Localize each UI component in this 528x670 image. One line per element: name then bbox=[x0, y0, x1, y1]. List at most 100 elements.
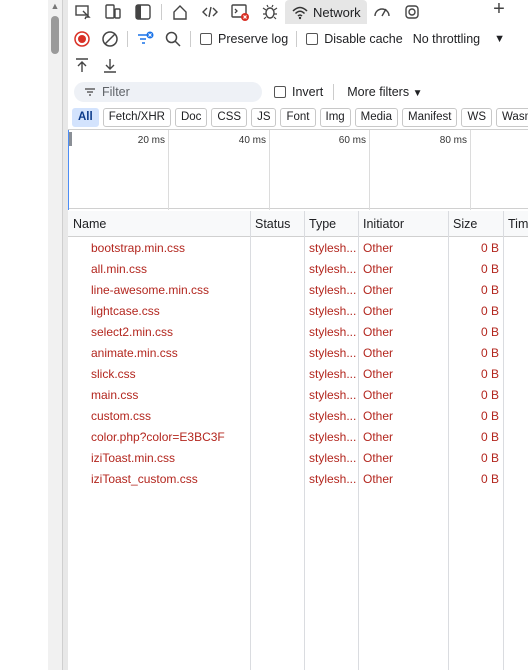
cell-initiator[interactable]: Other bbox=[363, 448, 393, 469]
more-filters-dropdown[interactable]: More filters ▼ bbox=[347, 85, 422, 99]
throttling-caret-icon[interactable]: ▼ bbox=[494, 33, 505, 45]
add-tool-plus-icon[interactable]: + bbox=[488, 0, 510, 20]
invert-checkbox[interactable]: Invert bbox=[274, 85, 323, 99]
network-overview-timeline[interactable]: 20 ms 40 ms 60 ms 80 ms bbox=[68, 129, 528, 210]
table-row[interactable]: animate.min.css stylesh... Other 0 B bbox=[68, 343, 528, 364]
chip-fetch-xhr[interactable]: Fetch/XHR bbox=[102, 107, 171, 127]
cell-name: iziToast_custom.css bbox=[91, 472, 198, 486]
checkbox-box[interactable] bbox=[200, 33, 212, 45]
table-row[interactable]: main.css stylesh... Other 0 B bbox=[68, 385, 528, 406]
chip-all[interactable]: All bbox=[72, 107, 99, 127]
chip-doc[interactable]: Doc bbox=[174, 107, 208, 127]
performance-gauge-icon[interactable] bbox=[367, 0, 397, 24]
record-button[interactable] bbox=[68, 26, 96, 52]
page-scrollbar[interactable]: ▲ bbox=[48, 0, 62, 670]
table-row[interactable]: iziToast.min.css stylesh... Other 0 B bbox=[68, 448, 528, 469]
column-header-initiator[interactable]: Initiator bbox=[358, 211, 404, 237]
overview-gridline bbox=[168, 130, 169, 210]
table-row[interactable]: iziToast_custom.css stylesh... Other 0 B bbox=[68, 469, 528, 490]
chip-img[interactable]: Img bbox=[319, 107, 351, 127]
chip-media[interactable]: Media bbox=[354, 107, 398, 127]
cell-initiator[interactable]: Other bbox=[363, 469, 393, 490]
table-row[interactable]: color.php?color=E3BC3F stylesh... Other 0 B bbox=[68, 427, 528, 448]
upload-icon bbox=[76, 58, 88, 72]
welcome-home-icon[interactable] bbox=[165, 0, 195, 24]
scrollbar-thumb[interactable] bbox=[51, 16, 59, 54]
cell-type: stylesh... bbox=[309, 388, 357, 402]
dock-side-icon[interactable] bbox=[128, 0, 158, 24]
cell-name: all.min.css bbox=[91, 262, 148, 276]
chip-css[interactable]: CSS bbox=[211, 107, 248, 127]
table-row[interactable]: custom.css stylesh... Other 0 B bbox=[68, 406, 528, 427]
overview-tick-label: 20 ms bbox=[137, 135, 165, 146]
more-filters-caret-icon: ▼ bbox=[412, 88, 423, 99]
chip-manifest[interactable]: Manifest bbox=[402, 107, 458, 127]
cell-name: animate.min.css bbox=[91, 346, 178, 360]
checkbox-box[interactable] bbox=[274, 86, 286, 98]
column-header-type[interactable]: Type bbox=[304, 211, 336, 237]
device-toolbar-icon[interactable] bbox=[98, 0, 128, 24]
search-icon bbox=[165, 31, 181, 47]
table-row[interactable]: line-awesome.min.css stylesh... Other 0 B bbox=[68, 280, 528, 301]
cell-initiator[interactable]: Other bbox=[363, 343, 393, 364]
download-icon bbox=[104, 59, 116, 73]
column-header-status[interactable]: Status bbox=[250, 211, 290, 237]
toolbar-separator bbox=[127, 31, 128, 47]
cell-initiator[interactable]: Other bbox=[363, 259, 393, 280]
scroll-up-arrow-icon[interactable]: ▲ bbox=[48, 0, 62, 12]
overview-tick-label: 40 ms bbox=[238, 135, 266, 146]
cell-initiator[interactable]: Other bbox=[363, 385, 393, 406]
filter-input[interactable]: Filter bbox=[74, 82, 262, 102]
cell-initiator[interactable]: Other bbox=[363, 427, 393, 448]
resource-type-filters: All Fetch/XHR Doc CSS JS Font Img Media … bbox=[72, 107, 528, 127]
cell-name: lightcase.css bbox=[91, 304, 160, 318]
chip-font[interactable]: Font bbox=[280, 107, 316, 127]
table-row[interactable]: bootstrap.min.css stylesh... Other 0 B bbox=[68, 238, 528, 259]
console-error-icon[interactable] bbox=[225, 0, 255, 24]
settings-gear-icon[interactable] bbox=[397, 0, 427, 24]
cell-type: stylesh... bbox=[309, 367, 357, 381]
chip-wasm[interactable]: Wasm bbox=[496, 107, 528, 127]
more-filters-label: More filters bbox=[347, 85, 410, 99]
cell-type: stylesh... bbox=[309, 346, 357, 360]
clear-log-button[interactable] bbox=[96, 26, 124, 52]
column-header-time[interactable]: Tim bbox=[503, 211, 528, 237]
cell-initiator[interactable]: Other bbox=[363, 322, 393, 343]
table-row[interactable]: lightcase.css stylesh... Other 0 B bbox=[68, 301, 528, 322]
cell-initiator[interactable]: Other bbox=[363, 238, 393, 259]
inspect-element-icon[interactable] bbox=[68, 0, 98, 24]
column-header-size[interactable]: Size bbox=[448, 211, 477, 237]
cell-initiator[interactable]: Other bbox=[363, 280, 393, 301]
record-icon bbox=[74, 31, 90, 47]
sources-bug-icon[interactable] bbox=[255, 0, 285, 24]
table-row[interactable]: select2.min.css stylesh... Other 0 B bbox=[68, 322, 528, 343]
disable-cache-checkbox[interactable]: Disable cache bbox=[306, 32, 403, 46]
preserve-log-checkbox[interactable]: Preserve log bbox=[200, 32, 288, 46]
cell-initiator[interactable]: Other bbox=[363, 301, 393, 322]
table-row[interactable]: all.min.css stylesh... Other 0 B bbox=[68, 259, 528, 280]
tab-network[interactable]: Network bbox=[285, 0, 367, 24]
elements-code-icon[interactable] bbox=[195, 0, 225, 24]
cell-initiator[interactable]: Other bbox=[363, 406, 393, 427]
wifi-icon bbox=[292, 6, 308, 20]
export-har-button[interactable] bbox=[96, 52, 124, 78]
checkbox-box[interactable] bbox=[306, 33, 319, 45]
throttling-select[interactable]: No throttling bbox=[413, 32, 480, 46]
cell-name: line-awesome.min.css bbox=[91, 283, 210, 297]
filter-toggle-button[interactable] bbox=[131, 26, 159, 52]
chip-js[interactable]: JS bbox=[251, 107, 277, 127]
cell-size: 0 B bbox=[480, 367, 499, 381]
network-toolbar: Preserve log Disable cache No throttling… bbox=[68, 26, 528, 52]
chip-ws[interactable]: WS bbox=[461, 107, 492, 127]
column-header-name[interactable]: Name bbox=[68, 211, 106, 237]
cell-size: 0 B bbox=[480, 451, 499, 465]
table-row[interactable]: slick.css stylesh... Other 0 B bbox=[68, 364, 528, 385]
disable-cache-label: Disable cache bbox=[324, 32, 403, 46]
import-har-button[interactable] bbox=[68, 52, 96, 78]
filter-placeholder: Filter bbox=[102, 85, 130, 99]
cell-initiator[interactable]: Other bbox=[363, 364, 393, 385]
search-button[interactable] bbox=[159, 26, 187, 52]
clear-icon bbox=[102, 31, 118, 47]
cell-name: custom.css bbox=[91, 409, 152, 423]
overview-window-handle[interactable] bbox=[69, 132, 72, 146]
